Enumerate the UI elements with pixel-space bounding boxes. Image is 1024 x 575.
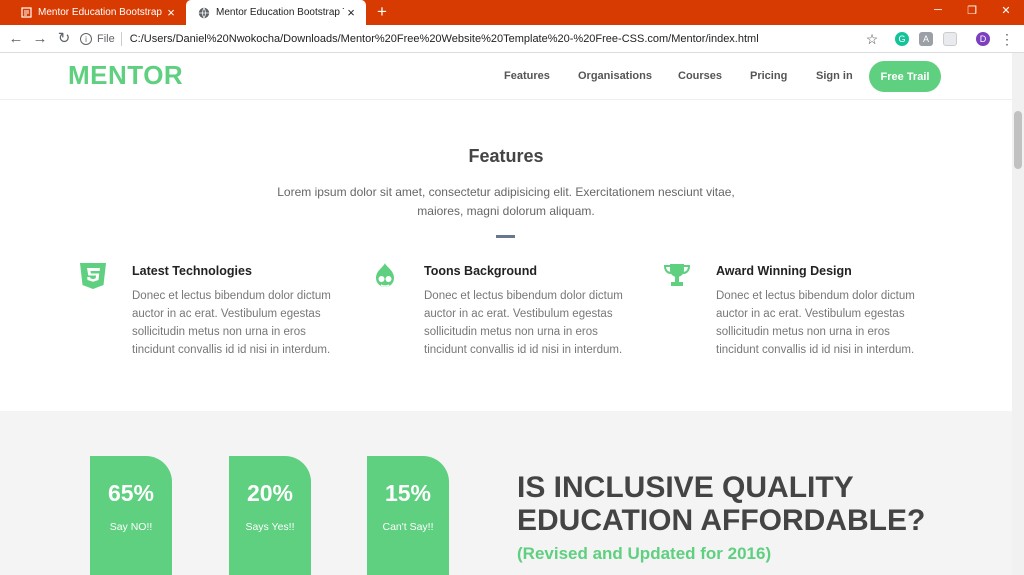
restore-icon[interactable]: ❐ [960, 4, 984, 17]
nav-organisations[interactable]: Organisations [578, 70, 652, 82]
headline-line-2: EDUCATION AFFORDABLE? [517, 504, 926, 537]
address-bar[interactable]: i File C:/Users/Daniel%20Nwokocha/Downlo… [80, 28, 888, 50]
page-favicon-icon [20, 7, 32, 19]
globe-icon [198, 7, 210, 19]
scroll-thumb[interactable] [1014, 111, 1022, 169]
profile-avatar[interactable]: D [976, 32, 990, 46]
tab-title: Mentor Education Bootstrap The [38, 7, 164, 18]
free-trial-button[interactable]: Free Trail [869, 61, 941, 92]
web-page: MENTOR Features Organisations Courses Pr… [0, 53, 1012, 575]
browser-tab-1[interactable]: Mentor Education Bootstrap The × [8, 0, 186, 25]
trophy-icon [662, 261, 692, 291]
close-tab-icon[interactable]: × [344, 5, 358, 20]
browser-toolbar: ← → ↻ i File C:/Users/Daniel%20Nwokocha/… [0, 25, 1024, 53]
feature-text: Donec et lectus bibendum dolor dictum au… [132, 290, 331, 356]
headline-line-1: IS INCLUSIVE QUALITY [517, 471, 854, 504]
nav-pricing[interactable]: Pricing [750, 70, 787, 82]
stat-box: 15% Can't Say!! [367, 456, 449, 575]
nav-features[interactable]: Features [504, 70, 550, 82]
stat-label: Says Yes!! [245, 521, 295, 533]
bookmark-star-icon[interactable]: ☆ [863, 30, 881, 48]
stat-value: 15% [384, 480, 432, 506]
back-arrow-icon[interactable]: ← [7, 30, 25, 48]
features-subtitle: Lorem ipsum dolor sit amet, consectetur … [277, 185, 735, 218]
stat-label: Can't Say!! [382, 521, 434, 533]
forward-arrow-icon[interactable]: → [31, 30, 49, 48]
info-icon[interactable]: i [80, 33, 92, 45]
stats-section: 65% Say NO!! 20% Says Yes!! 15% Can't Sa… [0, 411, 1012, 575]
nav-courses[interactable]: Courses [678, 70, 722, 82]
close-tab-icon[interactable]: × [164, 5, 178, 20]
close-window-icon[interactable]: ✕ [994, 4, 1018, 17]
section-divider [496, 235, 515, 238]
nav-sign-in[interactable]: Sign in [816, 70, 853, 82]
stat-box: 20% Says Yes!! [229, 456, 311, 575]
feature-title: Latest Technologies [132, 264, 252, 278]
menu-kebab-icon[interactable]: ⋮ [998, 30, 1016, 48]
site-logo[interactable]: MENTOR [68, 60, 183, 91]
feature-title: Award Winning Design [716, 264, 852, 278]
site-navbar: MENTOR Features Organisations Courses Pr… [0, 53, 1012, 100]
grammarly-extension-icon[interactable]: G [895, 32, 909, 46]
address-separator [120, 32, 122, 46]
stat-label: Say NO!! [109, 521, 153, 533]
css3-icon [78, 261, 108, 291]
new-tab-button[interactable]: + [374, 3, 390, 21]
tab-title: Mentor Education Bootstrap The [216, 7, 344, 18]
stat-box: 65% Say NO!! [90, 456, 172, 575]
stat-value: 20% [246, 480, 294, 506]
extension-icon[interactable] [943, 32, 957, 46]
feature-text: Donec et lectus bibendum dolor dictum au… [716, 290, 915, 356]
browser-tab-bar: Mentor Education Bootstrap The × Mentor … [0, 0, 1024, 25]
drupal-icon [370, 261, 400, 291]
minimize-icon[interactable]: ─ [926, 4, 950, 16]
pdf-extension-icon[interactable]: A [919, 32, 933, 46]
browser-tab-2[interactable]: Mentor Education Bootstrap The × [186, 0, 366, 25]
stats-subheadline: (Revised and Updated for 2016) [517, 544, 772, 563]
feature-text: Donec et lectus bibendum dolor dictum au… [424, 290, 623, 356]
stat-value: 65% [107, 480, 155, 506]
page-scrollbar[interactable] [1012, 53, 1024, 575]
features-heading: Features [468, 146, 544, 166]
url-text[interactable]: C:/Users/Daniel%20Nwokocha/Downloads/Men… [130, 33, 759, 45]
reload-icon[interactable]: ↻ [55, 30, 73, 48]
stats-headline: IS INCLUSIVE QUALITY EDUCATION AFFORDABL… [517, 471, 925, 537]
scheme-label: File [97, 33, 115, 45]
feature-title: Toons Background [424, 264, 537, 278]
